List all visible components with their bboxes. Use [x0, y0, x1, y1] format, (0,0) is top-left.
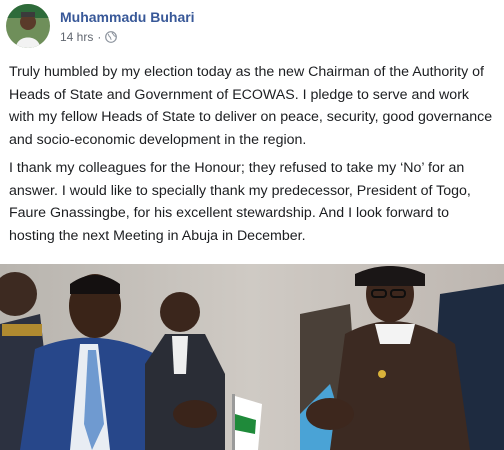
- post-paragraph: I thank my colleagues for the Honour; th…: [9, 160, 471, 244]
- avatar-image: [6, 4, 50, 48]
- meta-separator: ·: [97, 30, 102, 44]
- post-photo-image: [0, 264, 504, 450]
- post-body: Truly humbled by my election today as th…: [9, 61, 497, 253]
- author-avatar[interactable]: [6, 4, 50, 48]
- post-header: Muhammadu Buhari 14 hrs ·: [0, 0, 504, 56]
- post-timestamp[interactable]: 14 hrs: [60, 30, 93, 44]
- author-name-link[interactable]: Muhammadu Buhari: [60, 9, 195, 25]
- post-paragraph: Truly humbled by my election today as th…: [9, 64, 493, 148]
- post-photo[interactable]: [0, 264, 504, 450]
- post-meta: 14 hrs ·: [60, 30, 118, 44]
- globe-icon[interactable]: [105, 31, 118, 43]
